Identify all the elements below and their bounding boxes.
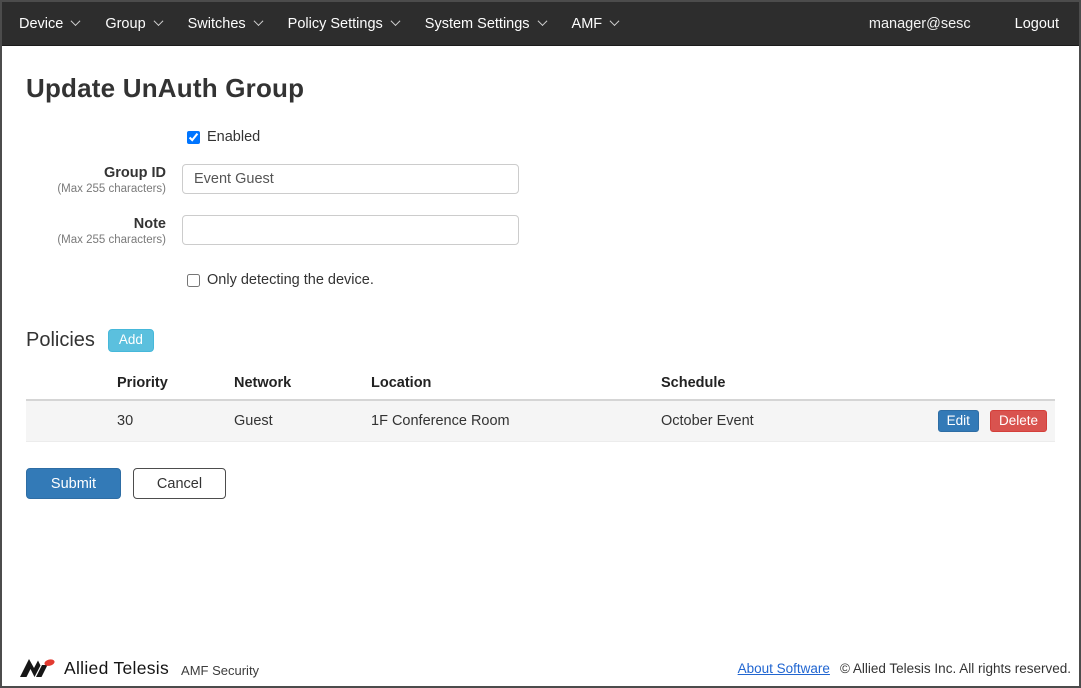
policies-header: Policies Add xyxy=(26,329,1055,352)
group-id-hint: (Max 255 characters) xyxy=(26,182,166,197)
note-hint: (Max 255 characters) xyxy=(26,233,166,248)
nav-menu-policy-settings[interactable]: Policy Settings xyxy=(275,2,412,46)
policies-table-body: 30 Guest 1F Conference Room October Even… xyxy=(26,400,1055,442)
product-name: AMF Security xyxy=(181,659,259,678)
priority-cell: 30 xyxy=(109,400,226,442)
enabled-checkbox-label: Enabled xyxy=(207,129,260,145)
group-id-row: Group ID (Max 255 characters) xyxy=(26,164,1055,197)
table-row: 30 Guest 1F Conference Room October Even… xyxy=(26,400,1055,442)
only-detecting-checkbox-row: Only detecting the device. xyxy=(187,272,1055,288)
logout-button[interactable]: Logout xyxy=(985,16,1065,32)
group-id-label-block: Group ID (Max 255 characters) xyxy=(26,164,166,197)
logged-in-user: manager@sesc xyxy=(855,16,985,32)
nav-menu-label: Switches xyxy=(188,16,246,32)
chevron-down-icon xyxy=(610,16,620,26)
policies-table-head: Priority Network Location Schedule xyxy=(26,369,1055,400)
group-id-label: Group ID xyxy=(26,165,166,182)
nav-menu-system-settings[interactable]: System Settings xyxy=(412,2,559,46)
network-cell: Guest xyxy=(226,400,363,442)
brand-name: Allied Telesis xyxy=(64,658,169,679)
nav-menu-label: System Settings xyxy=(425,16,530,32)
page-title: Update UnAuth Group xyxy=(26,73,1055,104)
footer-right: About Software © Allied Telesis Inc. All… xyxy=(738,661,1071,676)
navbar-right: manager@sesc Logout xyxy=(855,16,1065,32)
nav-menu-label: Device xyxy=(19,16,63,32)
add-policy-button[interactable]: Add xyxy=(108,329,154,352)
note-input[interactable] xyxy=(182,215,519,245)
enabled-checkbox-row: Enabled xyxy=(187,129,1055,145)
nav-menu-group[interactable]: Group xyxy=(92,2,174,46)
about-software-link[interactable]: About Software xyxy=(738,661,830,676)
submit-button[interactable]: Submit xyxy=(26,468,121,499)
nav-menu-label: Group xyxy=(105,16,145,32)
note-label-block: Note (Max 255 characters) xyxy=(26,215,166,248)
row-actions-cell: Edit Delete xyxy=(930,400,1055,442)
chevron-down-icon xyxy=(390,16,400,26)
copyright-text: © Allied Telesis Inc. All rights reserve… xyxy=(840,661,1071,676)
schedule-column-header: Schedule xyxy=(653,369,930,400)
table-header-row: Priority Network Location Schedule xyxy=(26,369,1055,400)
location-cell: 1F Conference Room xyxy=(363,400,653,442)
spacer-cell xyxy=(26,400,109,442)
schedule-cell: October Event xyxy=(653,400,930,442)
only-detecting-checkbox-label: Only detecting the device. xyxy=(207,272,374,288)
group-id-input[interactable] xyxy=(182,164,519,194)
nav-menu-amf[interactable]: AMF xyxy=(559,2,632,46)
priority-column-header: Priority xyxy=(109,369,226,400)
nav-menu-device[interactable]: Device xyxy=(6,2,92,46)
only-detecting-checkbox[interactable] xyxy=(187,274,200,287)
chevron-down-icon xyxy=(153,16,163,26)
nav-menu-label: Policy Settings xyxy=(288,16,383,32)
policies-table: Priority Network Location Schedule 30 Gu… xyxy=(26,369,1055,442)
brand-block: Allied Telesis AMF Security xyxy=(20,658,259,679)
enabled-checkbox[interactable] xyxy=(187,131,200,144)
chevron-down-icon xyxy=(537,16,547,26)
location-column-header: Location xyxy=(363,369,653,400)
network-column-header: Network xyxy=(226,369,363,400)
app-window: { "navbar": { "items": [ { "label": "Dev… xyxy=(0,0,1081,688)
allied-telesis-logo-icon xyxy=(20,658,57,678)
edit-policy-button[interactable]: Edit xyxy=(938,410,979,432)
delete-policy-button[interactable]: Delete xyxy=(990,410,1047,432)
chevron-down-icon xyxy=(253,16,263,26)
nav-menu-switches[interactable]: Switches xyxy=(175,2,275,46)
main-content: Update UnAuth Group Enabled Group ID (Ma… xyxy=(2,73,1079,499)
note-label: Note xyxy=(26,216,166,233)
chevron-down-icon xyxy=(71,16,81,26)
note-row: Note (Max 255 characters) xyxy=(26,215,1055,248)
actions-column-header xyxy=(930,369,1055,400)
page-footer: Allied Telesis AMF Security About Softwa… xyxy=(2,654,1079,686)
cancel-button[interactable]: Cancel xyxy=(133,468,226,499)
nav-menu-label: AMF xyxy=(572,16,603,32)
form-actions: Submit Cancel xyxy=(26,468,1055,499)
top-navbar: Device Group Switches Policy Settings Sy… xyxy=(2,2,1079,46)
policies-heading: Policies xyxy=(26,329,95,352)
spacer-column-header xyxy=(26,369,109,400)
